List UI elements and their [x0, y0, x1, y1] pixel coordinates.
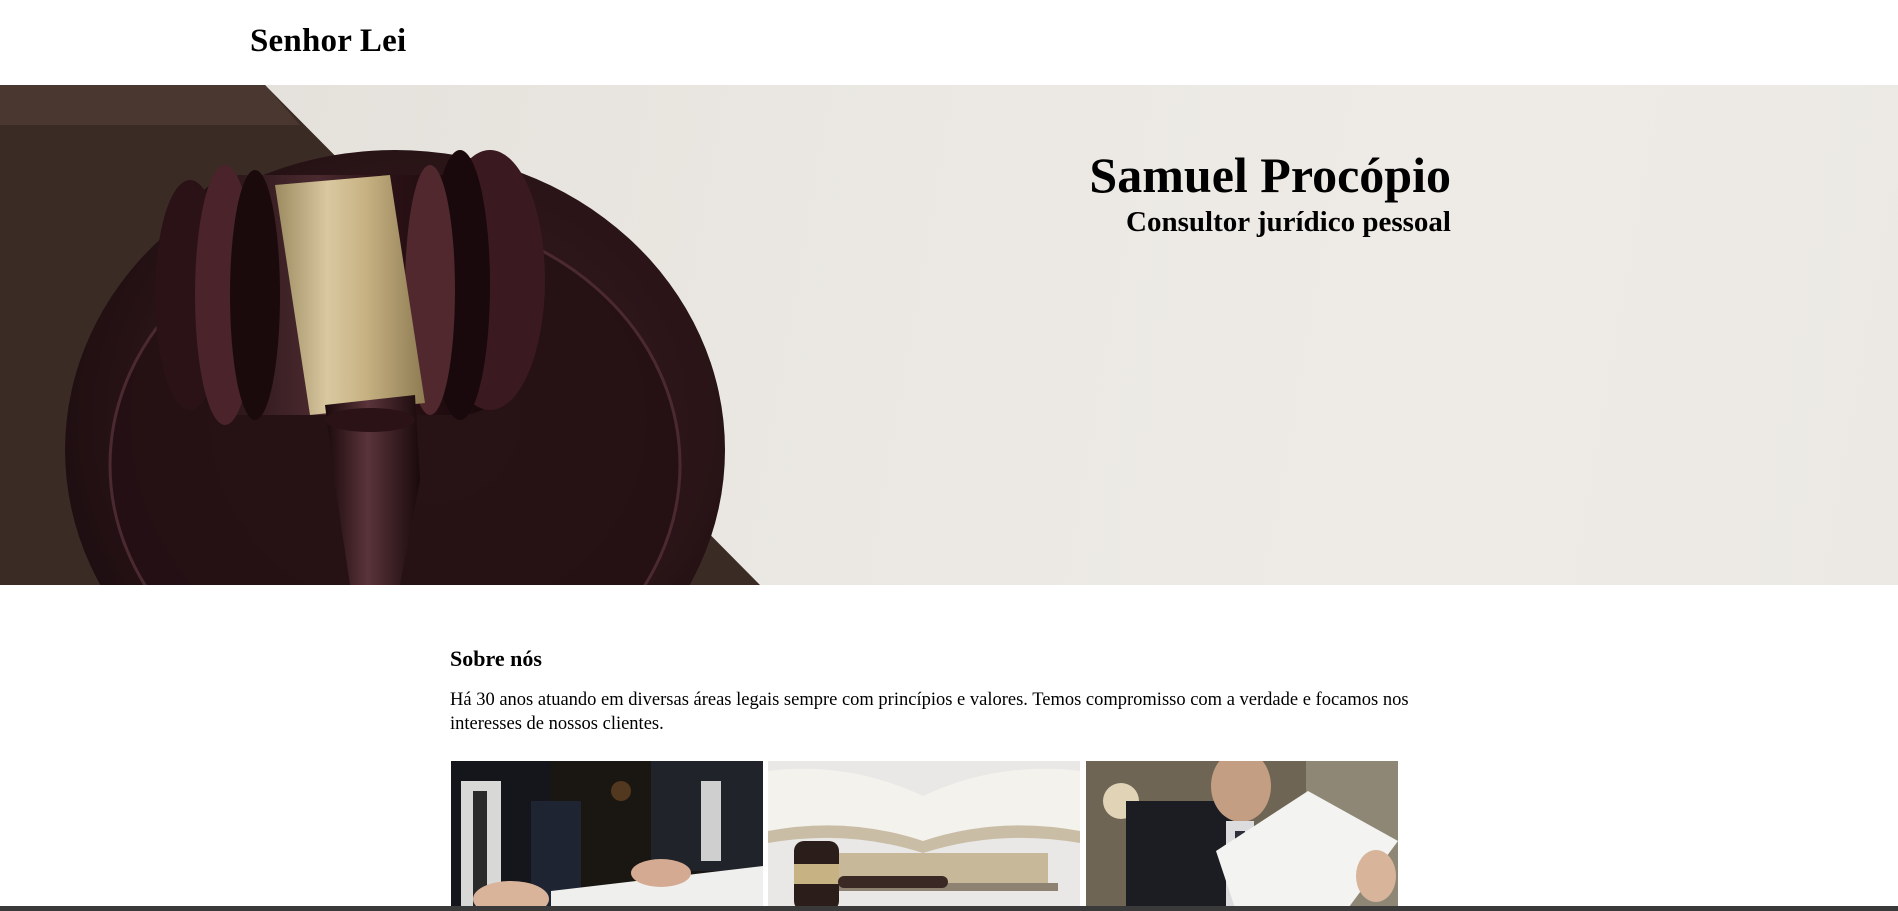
page: Senhor Lei Samuel Procópio Consultor jur…	[0, 0, 1898, 911]
bottom-edge	[0, 906, 1898, 911]
gallery-photo-signing	[451, 761, 763, 911]
books-and-gavel-image	[768, 761, 1080, 911]
gallery-photo-reading	[1086, 761, 1398, 911]
hero-banner: Samuel Procópio Consultor jurídico pesso…	[0, 85, 1898, 585]
brand-logo-text[interactable]: Senhor Lei	[250, 21, 406, 61]
lawyers-signing-image	[451, 761, 763, 911]
gavel-illustration	[0, 85, 760, 585]
hero-name: Samuel Procópio	[1089, 147, 1451, 203]
hero-subtitle: Consultor jurídico pessoal	[1126, 206, 1451, 238]
lawyer-reading-image	[1086, 761, 1398, 911]
about-section: Sobre nós Há 30 anos atuando em diversas…	[450, 645, 1460, 736]
site-header: Senhor Lei	[0, 0, 1898, 85]
about-title: Sobre nós	[450, 646, 542, 671]
hero-text: Samuel Procópio Consultor jurídico pesso…	[1089, 145, 1451, 239]
photo-gallery	[451, 761, 1399, 911]
about-text: Há 30 anos atuando em diversas áreas leg…	[450, 690, 1409, 734]
gallery-photo-books	[768, 761, 1080, 911]
